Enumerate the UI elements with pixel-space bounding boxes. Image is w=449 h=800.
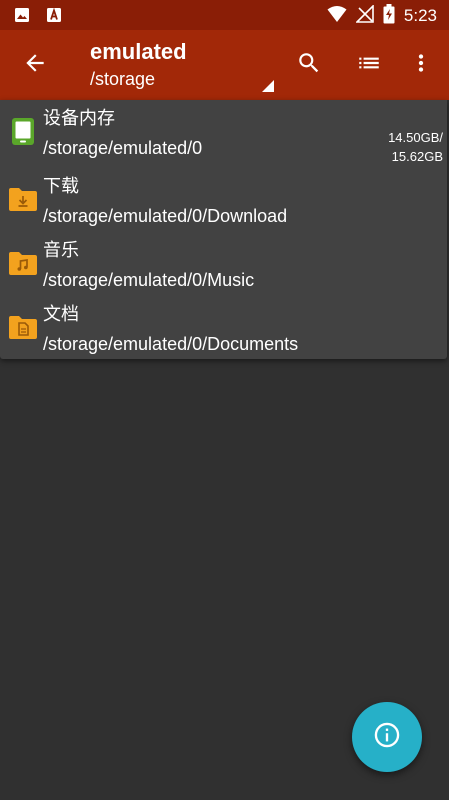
storage-item-path: /storage/emulated/0/Download (43, 206, 288, 226)
toolbar: emulated /storage (0, 30, 449, 100)
storage-item-music[interactable]: 音乐 /storage/emulated/0/Music (0, 234, 447, 298)
storage-item-name: 设备内存 (43, 108, 115, 129)
list-view-icon (356, 50, 382, 80)
storage-item-path: /storage/emulated/0/Music (43, 270, 255, 290)
storage-item-path: /storage/emulated/0/Documents (43, 334, 299, 354)
no-signal-icon (354, 4, 374, 27)
music-folder-icon (8, 248, 38, 278)
status-right-icons: 5:23 (327, 4, 437, 28)
storage-item-name: 下载 (43, 176, 79, 197)
back-button[interactable] (18, 48, 52, 82)
more-options-button[interactable] (404, 48, 438, 82)
info-icon (373, 721, 401, 753)
screen: 5:23 emulated /storage 设备内存 /storage/emu… (0, 0, 449, 800)
status-left-icons (14, 7, 62, 27)
status-time: 5:23 (403, 6, 437, 25)
more-vert-icon (408, 50, 434, 80)
font-notification-icon (46, 7, 62, 27)
status-bar: 5:23 (0, 0, 449, 30)
storage-item-name: 文档 (43, 304, 79, 325)
search-icon (296, 50, 322, 80)
toolbar-subtitle: /storage (90, 69, 156, 89)
storage-item-name: 音乐 (43, 240, 79, 261)
info-fab-button[interactable] (352, 702, 422, 772)
documents-folder-icon (8, 312, 38, 342)
device-storage-icon (8, 116, 38, 146)
storage-item-download[interactable]: 下载 /storage/emulated/0/Download (0, 170, 447, 234)
toolbar-title: emulated (90, 39, 187, 64)
search-button[interactable] (292, 48, 326, 82)
storage-dropdown-list: 设备内存 /storage/emulated/0 14.50GB/ 15.62G… (0, 100, 447, 359)
arrow-back-icon (22, 50, 48, 80)
path-title-block[interactable]: emulated /storage (90, 38, 187, 92)
storage-item-documents[interactable]: 文档 /storage/emulated/0/Documents (0, 298, 447, 362)
dropdown-indicator-icon[interactable] (262, 80, 274, 92)
download-folder-icon (8, 184, 38, 214)
list-view-button[interactable] (352, 48, 386, 82)
image-notification-icon (14, 7, 30, 27)
battery-charging-icon (383, 4, 395, 28)
storage-item-path: /storage/emulated/0 (43, 138, 203, 158)
storage-used: 14.50GB/ (388, 130, 443, 145)
storage-usage: 14.50GB/ 15.62GB (388, 128, 443, 166)
wifi-icon (327, 5, 347, 27)
storage-item-device[interactable]: 设备内存 /storage/emulated/0 14.50GB/ 15.62G… (0, 102, 447, 166)
storage-total: 15.62GB (391, 149, 443, 164)
